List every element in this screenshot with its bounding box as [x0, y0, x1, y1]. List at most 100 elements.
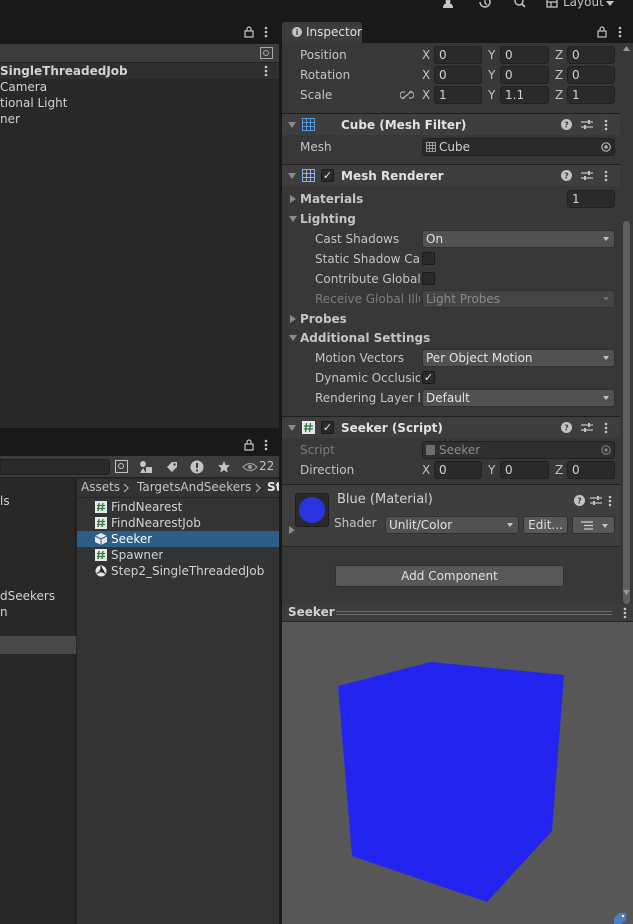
foldout-arrow-icon[interactable]: [288, 425, 296, 431]
asset-row-selected[interactable]: Seeker: [77, 531, 279, 547]
component-menu-icon[interactable]: [604, 422, 608, 434]
motion-vectors-dropdown[interactable]: Per Object Motion: [422, 349, 615, 367]
rotation-x-field[interactable]: 0: [434, 66, 482, 84]
material-preview-thumbnail[interactable]: [295, 493, 329, 527]
tab-inspector[interactable]: Inspector: [282, 22, 362, 43]
folder-row[interactable]: n: [0, 604, 76, 620]
presets-icon[interactable]: [581, 422, 593, 433]
hierarchy-row[interactable]: tional Light: [0, 95, 279, 111]
mesh-renderer-header[interactable]: ✓ Mesh Renderer ?: [282, 164, 625, 186]
lock-icon[interactable]: [244, 26, 254, 38]
scroll-up-icon[interactable]: [623, 46, 630, 51]
scene-more-icon[interactable]: [264, 65, 268, 77]
constrain-proportions-icon[interactable]: [400, 90, 414, 100]
direction-y-field[interactable]: 0: [500, 461, 549, 479]
additional-settings-label[interactable]: Additional Settings: [300, 329, 430, 347]
hidden-eye-icon[interactable]: [242, 461, 258, 473]
preview-drag-handle[interactable]: [336, 611, 612, 615]
help-icon[interactable]: ?: [561, 422, 572, 433]
lock-icon[interactable]: [244, 439, 254, 451]
shader-options-button[interactable]: [572, 516, 615, 534]
seeker-enabled-checkbox[interactable]: ✓: [321, 421, 334, 434]
edit-shader-button[interactable]: Edit...: [523, 516, 568, 534]
hierarchy-row[interactable]: ner: [0, 111, 279, 127]
component-menu-icon[interactable]: [608, 495, 612, 507]
shader-dropdown[interactable]: Unlit/Color: [385, 516, 519, 534]
search-icon[interactable]: [514, 0, 527, 10]
seeker-script-header[interactable]: ✓ Seeker (Script) ?: [282, 416, 625, 438]
hierarchy-row[interactable]: Camera: [0, 79, 279, 95]
materials-count-field[interactable]: 1: [567, 190, 615, 208]
rotation-y-field[interactable]: 0: [500, 66, 549, 84]
additional-settings-foldout-icon[interactable]: [289, 335, 297, 341]
hierarchy-scene-row[interactable]: SingleThreadedJob: [0, 63, 279, 79]
rendering-layer-dropdown[interactable]: Default: [422, 389, 615, 407]
folder-row[interactable]: dSeekers: [0, 588, 76, 604]
static-shadow-checkbox[interactable]: [422, 252, 435, 265]
dynamic-occlusion-checkbox[interactable]: ✓: [422, 371, 435, 384]
lighting-foldout-icon[interactable]: [289, 216, 297, 222]
breadcrumb-folder[interactable]: TargetsAndSeekers: [137, 480, 251, 494]
inspector-scrollbar[interactable]: [620, 43, 633, 604]
lighting-label[interactable]: Lighting: [300, 210, 356, 228]
history-icon[interactable]: [478, 0, 492, 10]
mesh-filter-header[interactable]: Cube (Mesh Filter) ?: [282, 113, 625, 135]
direction-z-field[interactable]: 0: [567, 461, 615, 479]
material-foldout-icon[interactable]: [289, 526, 295, 534]
asset-label-tag-icon[interactable]: [613, 913, 627, 924]
scrollbar-thumb[interactable]: [623, 221, 630, 604]
position-y-field[interactable]: 0: [500, 46, 549, 64]
search-by-type-icon[interactable]: [115, 460, 129, 474]
cast-shadows-dropdown[interactable]: On: [422, 230, 615, 248]
scale-y-field[interactable]: 1.1: [500, 86, 549, 104]
more-options-icon[interactable]: [618, 26, 622, 38]
presets-icon[interactable]: [581, 119, 593, 130]
help-icon[interactable]: ?: [561, 119, 572, 130]
materials-foldout-icon[interactable]: [290, 195, 296, 203]
presets-icon[interactable]: [590, 495, 602, 506]
asset-row[interactable]: Step2_SingleThreadedJob: [77, 563, 279, 579]
foldout-arrow-icon[interactable]: [288, 122, 296, 128]
presets-icon[interactable]: [581, 170, 593, 181]
direction-x-field[interactable]: 0: [434, 461, 482, 479]
favorites-star-icon[interactable]: [217, 460, 231, 474]
materials-label[interactable]: Materials: [300, 190, 363, 208]
layout-dropdown[interactable]: Layout: [563, 0, 604, 9]
more-options-icon[interactable]: [264, 26, 268, 38]
project-search-input[interactable]: [0, 459, 110, 475]
account-icon[interactable]: [441, 0, 455, 10]
scale-x-field[interactable]: 1: [434, 86, 482, 104]
folder-row[interactable]: ls: [0, 493, 76, 509]
more-options-icon[interactable]: [623, 607, 627, 619]
more-options-icon[interactable]: [264, 439, 268, 451]
search-field-icon[interactable]: [260, 47, 273, 59]
help-icon[interactable]: ?: [574, 495, 585, 506]
component-menu-icon[interactable]: [604, 119, 608, 131]
position-z-field[interactable]: 0: [567, 46, 615, 64]
folder-row-selected[interactable]: [0, 636, 76, 654]
scroll-down-icon[interactable]: [623, 590, 630, 595]
preview-viewport[interactable]: [282, 623, 633, 924]
position-x-field[interactable]: 0: [434, 46, 482, 64]
probes-label[interactable]: Probes: [300, 310, 347, 328]
rotation-z-field[interactable]: 0: [567, 66, 615, 84]
filter-by-label-icon[interactable]: [165, 460, 179, 474]
object-picker-icon[interactable]: [601, 142, 611, 152]
help-icon[interactable]: ?: [561, 170, 572, 181]
asset-row[interactable]: Spawner: [77, 547, 279, 563]
filter-by-type-icon[interactable]: [139, 460, 153, 474]
foldout-arrow-icon[interactable]: [288, 173, 296, 179]
contribute-gi-checkbox[interactable]: [422, 272, 435, 285]
lock-icon[interactable]: [597, 26, 607, 38]
breadcrumb-assets[interactable]: Assets: [81, 480, 120, 494]
asset-row[interactable]: FindNearest: [77, 499, 279, 515]
component-menu-icon[interactable]: [604, 170, 608, 182]
mesh-renderer-enabled-checkbox[interactable]: ✓: [321, 169, 334, 182]
preview-header[interactable]: Seeker: [282, 604, 633, 622]
scale-z-field[interactable]: 1: [567, 86, 615, 104]
add-component-button[interactable]: Add Component: [335, 565, 564, 587]
probes-foldout-icon[interactable]: [290, 315, 296, 323]
asset-row[interactable]: FindNearestJob: [77, 515, 279, 531]
log-filter-icon[interactable]: [190, 460, 204, 474]
mesh-object-field[interactable]: Cube: [422, 138, 615, 156]
